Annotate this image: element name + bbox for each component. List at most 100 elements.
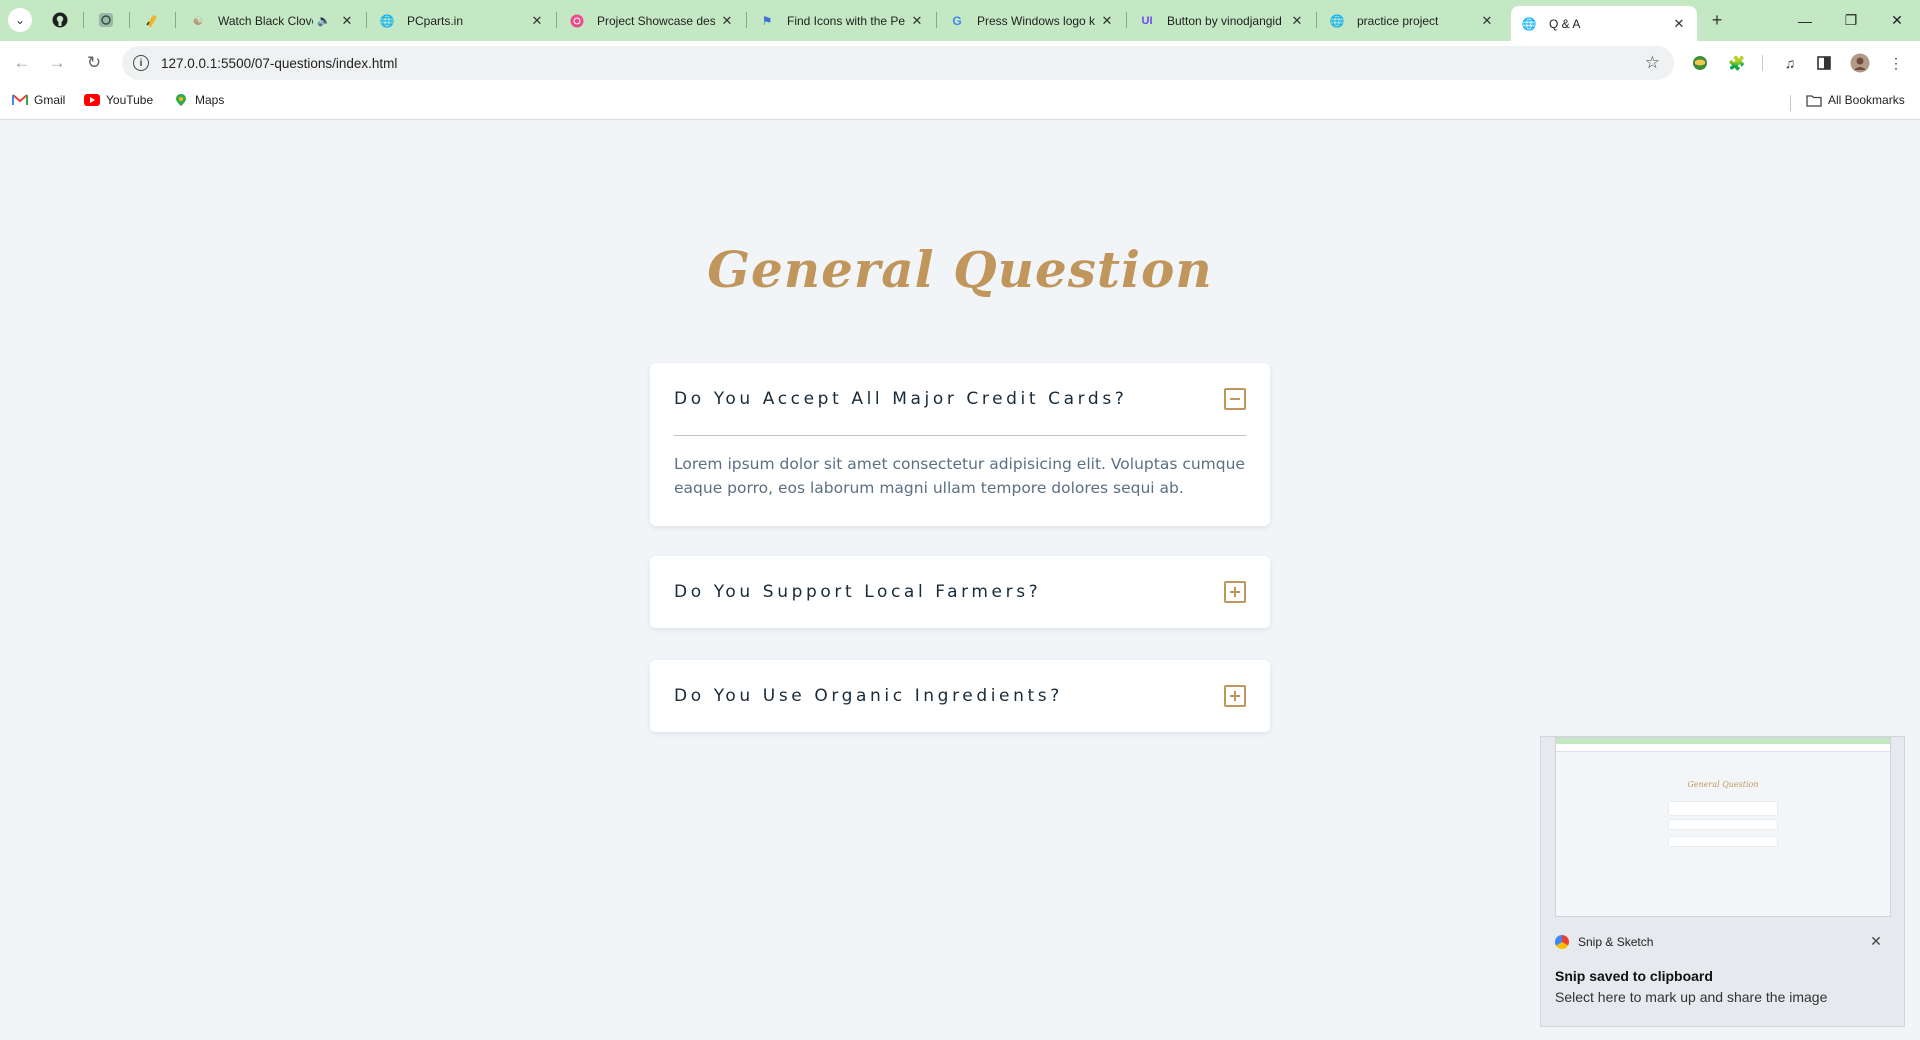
bookmarks-bar: Gmail YouTube Maps All Bookmarks	[0, 85, 1920, 120]
pinned-tab-chatgpt[interactable]	[90, 8, 122, 32]
tab-separator	[1316, 12, 1317, 28]
tab-separator	[129, 12, 130, 28]
anime-site-icon: ☯	[192, 13, 204, 28]
close-tab-icon[interactable]: ✕	[339, 13, 355, 29]
tab-title: Button by vinodjangid	[1167, 13, 1282, 28]
site-info-icon[interactable]: i	[133, 55, 149, 71]
tab-separator	[936, 12, 937, 28]
extensions-puzzle-icon[interactable]: 🧩	[1727, 53, 1747, 73]
url-text[interactable]: 127.0.0.1:5500/07-questions/index.html	[161, 56, 397, 71]
chatgpt-icon	[99, 13, 113, 27]
pinned-tab-github[interactable]	[44, 8, 76, 32]
tab-title: Watch Black Clover	[218, 13, 314, 28]
media-control-icon[interactable]: ♫	[1780, 53, 1800, 73]
tab-practice-project[interactable]: 🌐 practice project ✕	[1319, 6, 1505, 35]
notification-title: Snip saved to clipboard	[1555, 968, 1713, 984]
tab-black-clover[interactable]: ☯ Watch Black Clover 🔈 ✕	[180, 6, 365, 35]
thumb-card	[1669, 802, 1777, 815]
folder-icon	[1806, 93, 1822, 107]
restore-button[interactable]: ❐	[1828, 0, 1874, 41]
bookmarks-divider	[1790, 95, 1791, 111]
forward-button[interactable]: →	[43, 49, 71, 77]
minimize-icon: —	[1798, 12, 1812, 29]
faq-answer: Lorem ipsum dolor sit amet consectetur a…	[674, 455, 1245, 497]
bookmark-maps[interactable]: Maps	[173, 93, 224, 107]
profile-avatar[interactable]	[1850, 53, 1870, 73]
bookmark-label: Gmail	[34, 93, 66, 107]
address-bar[interactable]: i 127.0.0.1:5500/07-questions/index.html…	[122, 46, 1674, 80]
close-tab-icon[interactable]: ✕	[1671, 16, 1687, 32]
bookmark-star-icon[interactable]: ☆	[1645, 53, 1660, 73]
collapse-minus-icon[interactable]	[1224, 388, 1246, 410]
faq-card: Do You Use Organic Ingredients?	[650, 660, 1270, 732]
tab-title: practice project	[1357, 13, 1439, 28]
globe-icon: 🌐	[1521, 16, 1537, 31]
bookmark-label: Maps	[195, 93, 225, 107]
close-tab-icon[interactable]: ✕	[529, 13, 545, 29]
tab-title: Q & A	[1549, 16, 1581, 31]
bookmark-youtube[interactable]: YouTube	[84, 93, 153, 107]
close-tab-icon[interactable]: ✕	[1099, 13, 1115, 29]
close-tab-icon[interactable]: ✕	[1289, 13, 1305, 29]
tab-title: Press Windows logo key	[977, 13, 1095, 28]
faq-header[interactable]: Do You Accept All Major Credit Cards?	[650, 363, 1270, 435]
faq-question: Do You Use Organic Ingredients?	[674, 686, 1063, 706]
close-tab-icon[interactable]: ✕	[1479, 13, 1495, 29]
pinned-tab-extension[interactable]	[136, 8, 168, 32]
expand-plus-icon[interactable]	[1224, 581, 1246, 603]
google-icon: G	[952, 13, 962, 28]
pen-icon	[146, 15, 157, 27]
youtube-icon	[84, 93, 100, 107]
tab-uiverse-button[interactable]: UI Button by vinodjangid ✕	[1129, 6, 1315, 35]
arrow-right-icon: →	[48, 53, 66, 72]
thumb-title: General Question	[1687, 780, 1759, 789]
tab-strip: ⌄ ☯ Watch Black Clover 🔈 ✕ 🌐 PCparts.in …	[0, 0, 1920, 41]
new-tab-button[interactable]: +	[1705, 8, 1729, 32]
globe-icon: 🌐	[1329, 13, 1345, 28]
tab-title: Project Showcase design	[597, 13, 715, 28]
tab-title: PCparts.in	[407, 13, 464, 28]
restore-icon: ❐	[1844, 12, 1858, 28]
faq-question: Do You Support Local Farmers?	[674, 582, 1042, 602]
tab-separator	[83, 12, 84, 28]
tab-press-windows[interactable]: G Press Windows logo key ✕	[939, 6, 1125, 35]
globe-icon: 🌐	[379, 13, 395, 28]
close-window-button[interactable]: ✕	[1874, 0, 1920, 41]
tab-q-and-a[interactable]: 🌐 Q & A ✕	[1511, 6, 1697, 41]
bookmark-gmail[interactable]: Gmail	[12, 93, 65, 107]
reload-button[interactable]: ↻	[80, 49, 108, 77]
reload-icon: ↻	[86, 53, 102, 72]
thumb-card	[1669, 820, 1777, 829]
tab-separator	[366, 12, 367, 28]
thumb-card	[1669, 837, 1777, 846]
expand-plus-icon[interactable]	[1224, 685, 1246, 707]
tab-separator	[175, 12, 176, 28]
page-title: General Question	[707, 240, 1213, 299]
more-menu-icon[interactable]: ⋮	[1886, 53, 1906, 73]
all-bookmarks-button[interactable]: All Bookmarks	[1806, 93, 1905, 107]
close-icon: ✕	[1891, 12, 1903, 28]
uiverse-icon: UI	[1141, 14, 1153, 27]
back-button[interactable]: ←	[8, 49, 36, 77]
tab-pcparts[interactable]: 🌐 PCparts.in ✕	[369, 6, 555, 35]
faq-header[interactable]: Do You Support Local Farmers?	[650, 556, 1270, 628]
flag-icon: ⚑	[761, 13, 773, 28]
tab-project-showcase[interactable]: Project Showcase design ✕	[559, 6, 745, 35]
snip-notification[interactable]: General Question Snip & Sketch ✕ Snip sa…	[1540, 736, 1905, 1027]
all-bookmarks-label: All Bookmarks	[1828, 93, 1905, 107]
tab-find-icons[interactable]: ⚑ Find Icons with the Perfect ✕	[749, 6, 935, 35]
close-tab-icon[interactable]: ✕	[719, 13, 735, 29]
minimize-button[interactable]: —	[1782, 0, 1828, 41]
speaker-icon[interactable]: 🔈	[317, 14, 331, 27]
close-tab-icon[interactable]: ✕	[909, 13, 925, 29]
faq-header[interactable]: Do You Use Organic Ingredients?	[650, 660, 1270, 732]
side-panel-icon[interactable]	[1814, 53, 1834, 73]
tab-search-button[interactable]: ⌄	[8, 8, 32, 32]
toolbar-divider	[1762, 55, 1763, 71]
close-icon[interactable]: ✕	[1868, 933, 1884, 949]
maps-icon	[173, 93, 189, 107]
extension-globe-icon[interactable]	[1690, 53, 1710, 73]
thumb-toolbar	[1556, 744, 1890, 752]
snip-thumbnail[interactable]: General Question	[1555, 737, 1891, 917]
github-icon	[52, 12, 68, 28]
